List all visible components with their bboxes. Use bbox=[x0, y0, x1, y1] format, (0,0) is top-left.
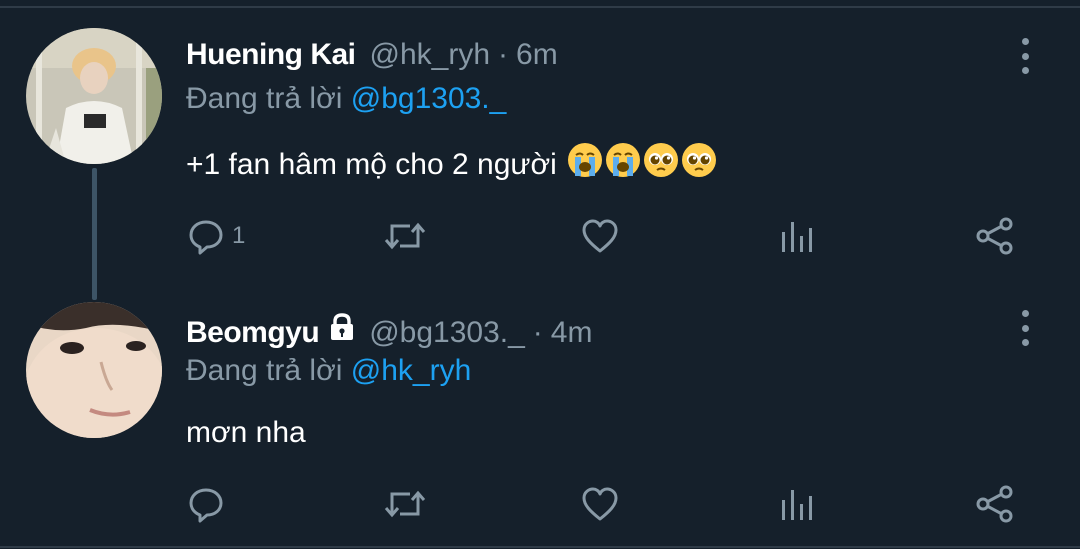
timestamp[interactable]: 4m bbox=[551, 316, 593, 350]
mention-link[interactable]: @hk_ryh bbox=[351, 354, 472, 387]
replying-to: Đang trả lời @bg1303._ bbox=[186, 82, 506, 116]
loudly-crying-face-icon bbox=[567, 142, 603, 186]
tweet-header: Beomgyu @bg1303._ · 4m bbox=[186, 312, 592, 350]
pleading-face-icon bbox=[681, 142, 717, 186]
author-name[interactable]: Beomgyu bbox=[186, 316, 320, 350]
heart-icon bbox=[582, 487, 618, 521]
more-options-icon[interactable] bbox=[1015, 310, 1035, 346]
author-handle[interactable]: @bg1303._ bbox=[369, 316, 525, 350]
retweet-button[interactable] bbox=[382, 216, 428, 256]
loudly-crying-face-icon bbox=[605, 142, 641, 186]
replying-to: Đang trả lời @hk_ryh bbox=[186, 354, 471, 388]
analytics-button[interactable] bbox=[780, 216, 814, 256]
separator-dot: · bbox=[498, 38, 509, 71]
tweet-actions bbox=[0, 484, 1080, 524]
replying-to-label: Đang trả lời bbox=[186, 82, 343, 115]
tweet-header: Huening Kai @hk_ryh · 6m bbox=[186, 38, 558, 72]
analytics-icon bbox=[782, 222, 812, 252]
like-button[interactable] bbox=[580, 484, 620, 524]
tweet-text-content: +1 fan hâm mộ cho 2 người bbox=[186, 148, 557, 181]
avatar[interactable] bbox=[26, 28, 162, 164]
tweet-actions: 1 bbox=[0, 216, 1080, 256]
share-button[interactable] bbox=[974, 484, 1016, 524]
lock-icon bbox=[327, 312, 357, 347]
reply-count: 1 bbox=[232, 222, 246, 249]
mention-link[interactable]: @bg1303._ bbox=[351, 82, 507, 115]
top-divider bbox=[0, 6, 1080, 8]
tweet-text-content: mơn nha bbox=[186, 416, 306, 449]
share-icon bbox=[976, 485, 1013, 523]
more-options-icon[interactable] bbox=[1015, 38, 1035, 74]
avatar[interactable] bbox=[26, 302, 162, 438]
pleading-face-icon bbox=[643, 142, 679, 186]
share-button[interactable] bbox=[974, 216, 1016, 256]
reply-icon bbox=[189, 220, 223, 255]
like-button[interactable] bbox=[580, 216, 620, 256]
reply-icon bbox=[189, 488, 223, 523]
heart-icon bbox=[582, 219, 618, 253]
tweet-text: +1 fan hâm mộ cho 2 người bbox=[186, 142, 717, 186]
replying-to-label: Đang trả lời bbox=[186, 354, 343, 387]
analytics-icon bbox=[782, 490, 812, 520]
separator-dot: · bbox=[532, 316, 543, 349]
retweet-icon bbox=[384, 222, 426, 250]
reply-button[interactable] bbox=[186, 484, 232, 524]
retweet-button[interactable] bbox=[382, 484, 428, 524]
author-name[interactable]: Huening Kai bbox=[186, 38, 356, 72]
tweet-text: mơn nha bbox=[186, 416, 306, 450]
retweet-icon bbox=[384, 490, 426, 518]
reply-button[interactable]: 1 bbox=[186, 216, 245, 256]
analytics-button[interactable] bbox=[780, 484, 814, 524]
author-handle[interactable]: @hk_ryh bbox=[370, 38, 491, 72]
bottom-divider bbox=[0, 546, 1080, 548]
share-icon bbox=[976, 217, 1013, 255]
timestamp[interactable]: 6m bbox=[516, 38, 558, 72]
